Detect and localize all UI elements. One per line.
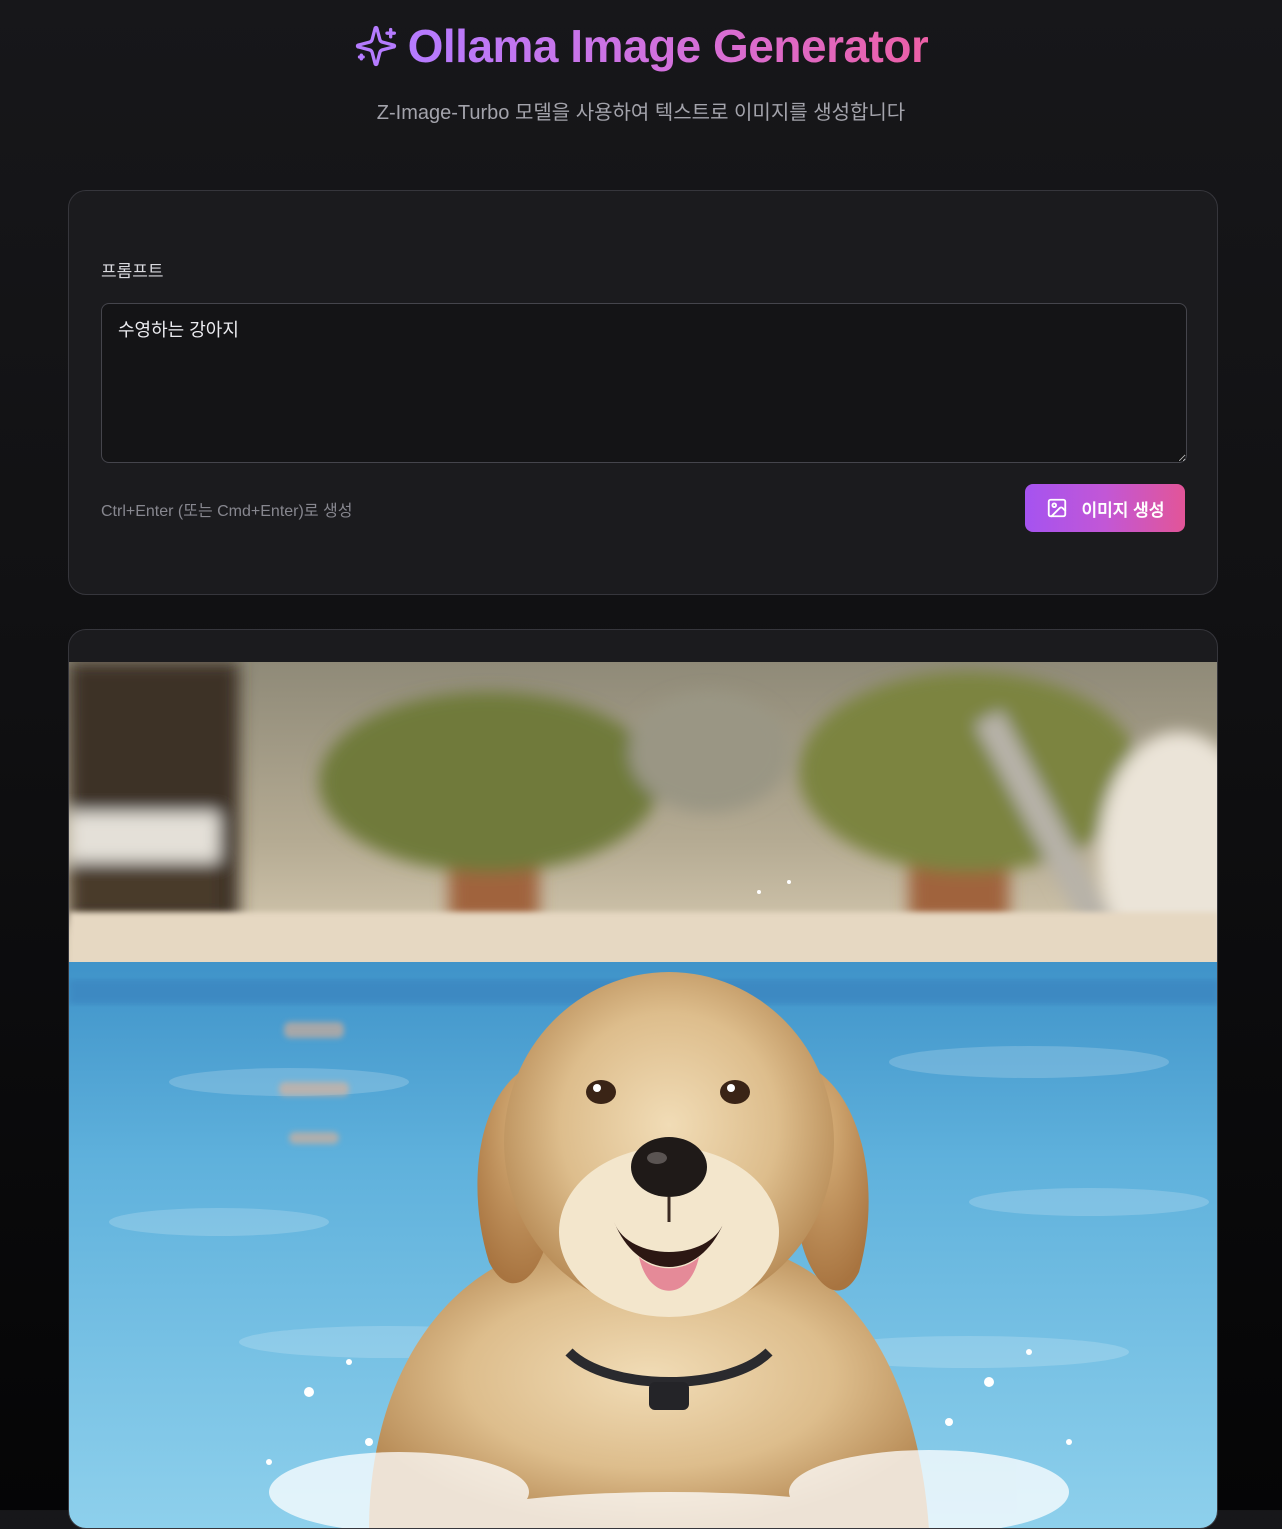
prompt-card: 프롬프트 Ctrl+Enter (또는 Cmd+Enter)로 생성 이미지 생… <box>68 190 1218 595</box>
title-row: Ollama Image Generator <box>0 18 1282 74</box>
result-card <box>68 629 1218 1529</box>
image-icon <box>1047 498 1066 518</box>
generated-image <box>69 662 1217 1528</box>
generate-button-label: 이미지 생성 <box>1081 500 1165 520</box>
shortcut-hint: Ctrl+Enter (또는 Cmd+Enter)로 생성 <box>101 503 353 520</box>
prompt-input[interactable] <box>101 303 1187 463</box>
sparkles-icon <box>355 25 396 67</box>
generate-image-button[interactable]: 이미지 생성 <box>1025 484 1185 532</box>
page-title: Ollama Image Generator <box>407 20 929 72</box>
prompt-label: 프롬프트 <box>101 262 164 281</box>
page-subtitle: Z-Image-Turbo 모델을 사용하여 텍스트로 이미지를 생성합니다 <box>376 102 906 124</box>
page-header: Ollama Image Generator Z-Image-Turbo 모델을… <box>0 18 1282 125</box>
